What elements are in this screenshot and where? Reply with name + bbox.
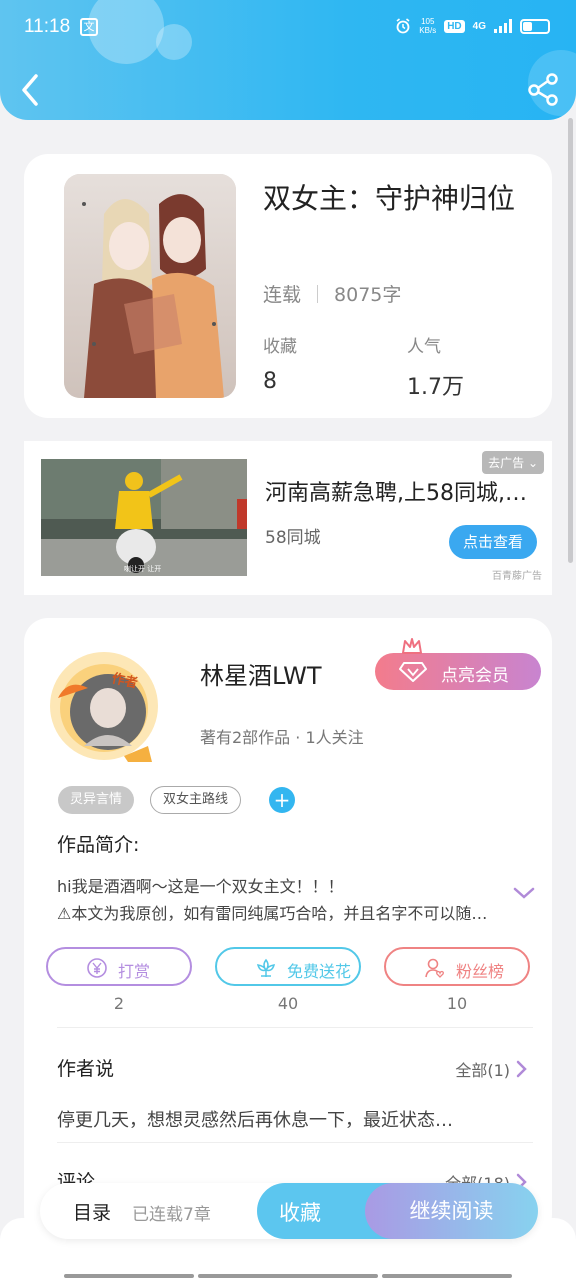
network-speed-value: 105 [421, 17, 435, 26]
tip-label: 打赏 [118, 962, 151, 981]
hd-badge: HD [444, 19, 465, 33]
popularity-stat: 人气 1.7万 [407, 332, 464, 401]
status-time: 11:18 [24, 16, 71, 37]
intro-heading: 作品简介: [57, 834, 140, 856]
chapters-count: 已连载7章 [132, 1205, 211, 1225]
author-name[interactable]: 林星酒LWT [200, 656, 322, 691]
fan-count: 10 [446, 994, 468, 1013]
popularity-label: 人气 [407, 337, 441, 357]
book-status: 连载 [263, 284, 302, 306]
chevron-right-icon [516, 1060, 527, 1078]
favorites-stat: 收藏 8 [263, 332, 297, 394]
intro-text-line1: hi我是酒酒啊～这是一个双女主文！！！ [57, 877, 344, 896]
add-tag-button[interactable]: + [269, 787, 296, 813]
divider [57, 1027, 533, 1028]
network-speed: 105 KB/s [419, 17, 436, 35]
intro-text-line2: ⚠本文为我原创，如有雷同纯属巧合哈，并且名字不可以随意借用哦 [57, 904, 497, 923]
ad-brand: 百青藤广告 [492, 571, 542, 582]
author-avatar[interactable]: 作者 [48, 650, 160, 762]
divider [57, 1142, 533, 1143]
tag-item[interactable]: 灵异言情 [58, 786, 135, 814]
ad-image[interactable]: 喇让开 让开 [41, 459, 247, 576]
tag-item[interactable]: 双女主路线 [150, 786, 242, 814]
nav-gesture-bar [382, 1274, 512, 1278]
tag-list: 灵异言情 双女主路线 + [58, 786, 296, 814]
author-says-heading: 作者说 [57, 1058, 115, 1080]
ad-title[interactable]: 河南高薪急聘,上58同城,找工作更轻松 [265, 475, 530, 507]
favorites-label: 收藏 [263, 337, 297, 357]
book-title: 双女主：守护神归位 [263, 182, 516, 215]
crown-icon [402, 638, 422, 654]
send-flower-button[interactable]: 免费送花 [215, 947, 361, 986]
page-scrollbar[interactable] [568, 118, 573, 563]
book-meta: 连载 8075字 [263, 280, 401, 307]
battery-icon [520, 18, 550, 34]
book-info-card: 双女主：守护神归位 连载 8075字 收藏 8 人气 1.7万 [24, 154, 552, 418]
remove-ad-button[interactable]: 去广告 ⌄ [482, 451, 544, 474]
signal-icon [494, 19, 512, 33]
table-of-contents-button[interactable]: 目录 [73, 1198, 111, 1225]
flower-count: 40 [277, 994, 299, 1013]
tip-count: 2 [113, 994, 125, 1013]
meta-divider [317, 284, 319, 303]
flower-icon [256, 958, 276, 977]
share-button[interactable] [526, 72, 560, 106]
author-says-more-link[interactable]: 全部(1) [455, 1057, 528, 1081]
yen-coin-icon [87, 958, 107, 978]
continue-reading-button[interactable]: 继续阅读 [365, 1183, 538, 1239]
ad-cta-button[interactable]: 点击查看 [449, 525, 537, 559]
network-type: 4G [472, 20, 486, 32]
ad-card[interactable]: 喇让开 让开 河南高薪急聘,上58同城,找工作更轻松 58同城 去广告 ⌄ 点击… [24, 441, 552, 595]
ad-source: 58同城 [265, 528, 321, 548]
author-card: 作者 林星酒LWT 著有2部作品 · 1人关注 点亮会员 灵异言情 双女主路线 … [24, 618, 552, 1238]
favorites-button-label: 收藏 [279, 1201, 321, 1225]
back-button[interactable] [14, 70, 50, 110]
nav-gesture-bar [198, 1274, 378, 1278]
activate-vip-label: 点亮会员 [441, 666, 509, 686]
book-word-count: 8075字 [334, 284, 402, 306]
chevron-down-icon: ⌄ [527, 456, 538, 470]
status-bar: 11:18 文 105 KB/s HD 4G [0, 0, 576, 56]
author-subtitle: 著有2部作品 · 1人关注 [200, 728, 364, 747]
author-says-text[interactable]: 停更几天，想想灵感然后再休息一下，最近状态不太好 [57, 1106, 467, 1132]
favorites-value: 8 [263, 369, 277, 394]
remove-ad-label: 去广告 [488, 456, 525, 470]
author-says-more-label: 全部(1) [455, 1061, 510, 1080]
diamond-icon [399, 662, 427, 682]
activate-vip-button[interactable]: 点亮会员 [375, 638, 541, 690]
expand-intro-icon[interactable] [512, 884, 536, 902]
popularity-value: 1.7万 [407, 375, 464, 400]
book-cover-image[interactable] [64, 174, 236, 398]
fan-ranking-button[interactable]: 粉丝榜 [384, 947, 530, 986]
alarm-icon [396, 18, 410, 34]
nav-gesture-bar [64, 1274, 194, 1278]
ad-image-caption: 喇让开 让开 [124, 564, 161, 573]
network-speed-unit: KB/s [419, 26, 437, 35]
top-header: 11:18 文 105 KB/s HD 4G [0, 0, 576, 120]
app-notification-icon: 文 [80, 18, 98, 36]
fan-user-icon [425, 958, 444, 978]
bottom-action-bar: 目录 已连载7章 收藏 继续阅读 [40, 1183, 538, 1239]
fan-ranking-label: 粉丝榜 [456, 962, 505, 981]
send-flower-label: 免费送花 [287, 962, 352, 981]
tip-button[interactable]: 打赏 [46, 947, 192, 986]
